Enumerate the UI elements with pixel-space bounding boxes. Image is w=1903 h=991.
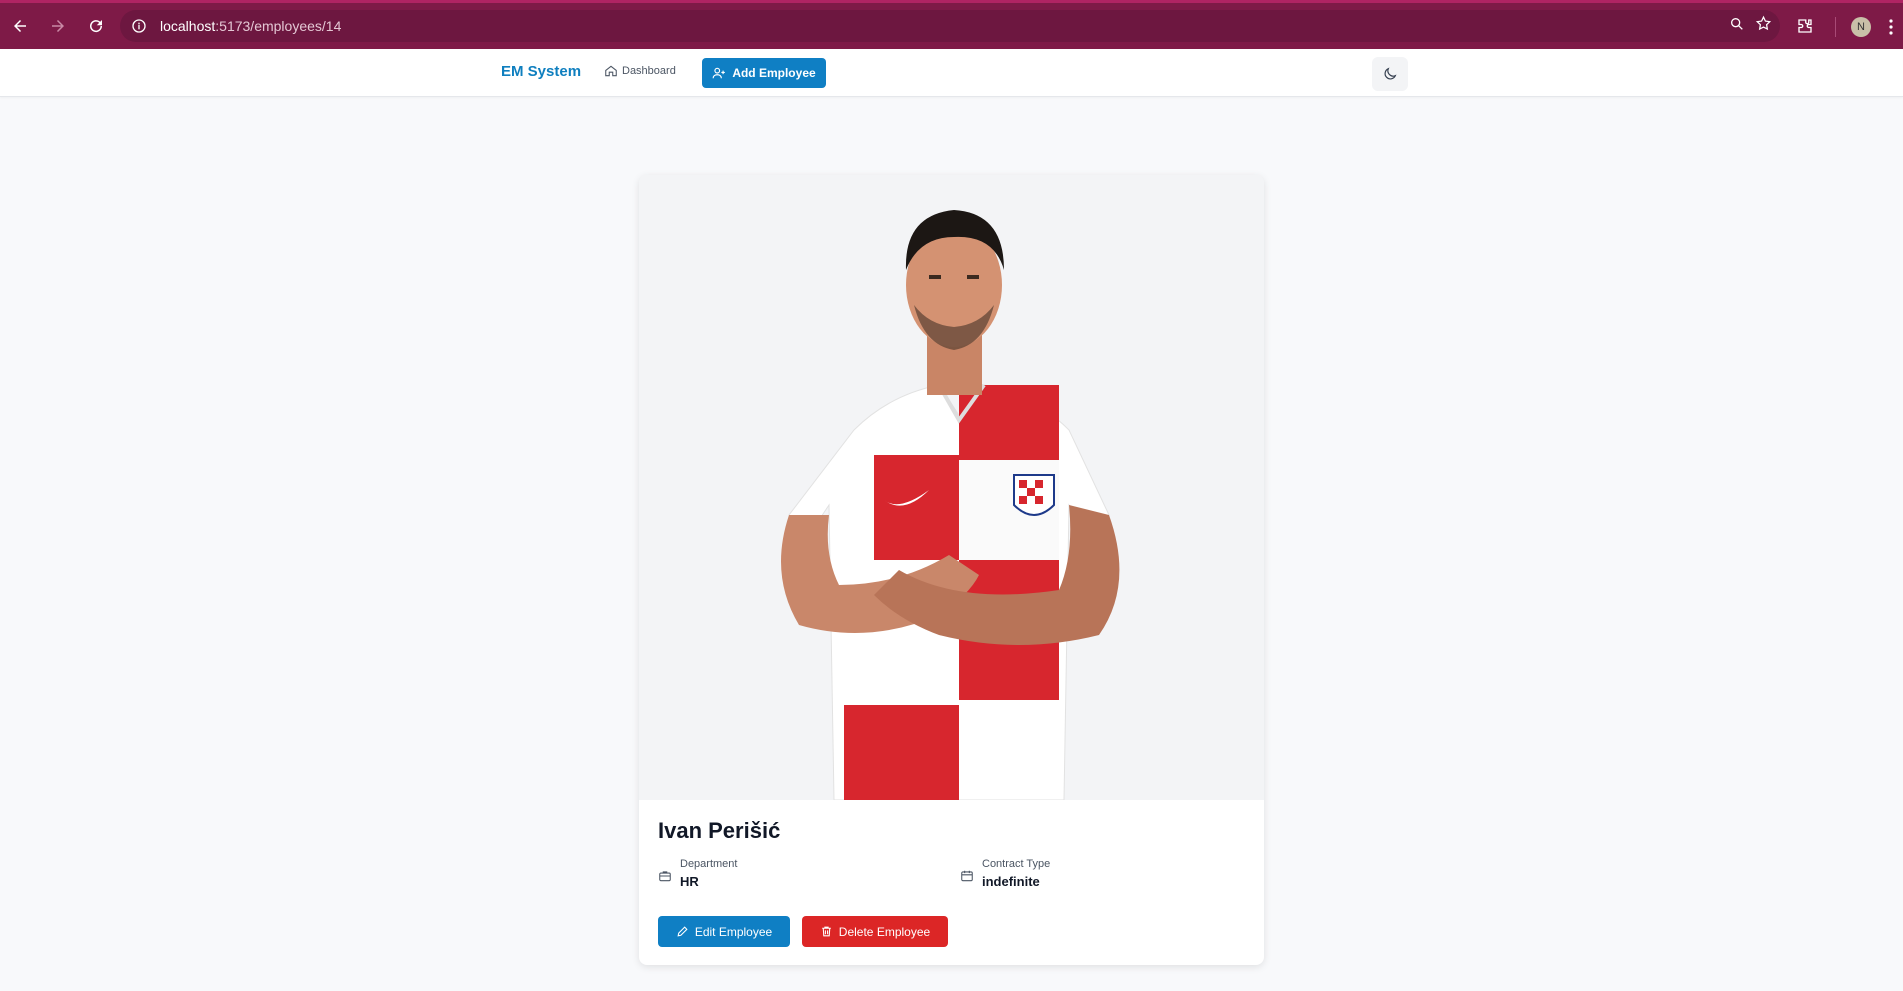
brand-logo[interactable]: EM System (501, 63, 581, 80)
forward-icon[interactable] (40, 8, 76, 44)
browser-menu-icon[interactable] (1885, 17, 1897, 37)
profile-avatar[interactable]: N (1851, 17, 1871, 37)
briefcase-icon (659, 871, 671, 882)
employee-photo (639, 175, 1264, 800)
department-value: HR (680, 874, 699, 889)
contract-type-label: Contract Type (982, 858, 1051, 870)
add-employee-label: Add Employee (732, 66, 816, 80)
bookmark-star-icon[interactable] (1755, 15, 1772, 37)
moon-icon (1384, 67, 1397, 80)
app-navbar: EM System Dashboard Add Employee (0, 49, 1903, 97)
contract-type-value: indefinite (982, 874, 1040, 889)
extensions-icon[interactable] (1790, 11, 1820, 41)
add-employee-button[interactable]: Add Employee (702, 58, 826, 88)
back-icon[interactable] (2, 8, 38, 44)
employee-name: Ivan Perišić (658, 818, 781, 843)
home-icon (605, 65, 617, 77)
zoom-icon[interactable] (1729, 16, 1745, 37)
trash-icon (821, 926, 831, 937)
reload-icon[interactable] (78, 8, 114, 44)
delete-employee-button[interactable]: Delete Employee (802, 916, 948, 947)
calendar-icon (961, 870, 973, 882)
toolbar-divider (1835, 17, 1836, 37)
edit-employee-label: Edit Employee (694, 924, 773, 939)
nav-dashboard-link[interactable]: Dashboard (604, 64, 676, 78)
theme-toggle-button[interactable] (1372, 57, 1408, 91)
browser-toolbar: localhost:5173/employees/14 N (0, 0, 1903, 49)
site-info-icon[interactable] (124, 11, 154, 41)
address-bar[interactable]: localhost:5173/employees/14 (120, 10, 1780, 42)
url-text: localhost:5173/employees/14 (160, 18, 342, 34)
edit-employee-button[interactable]: Edit Employee (658, 916, 790, 947)
department-field: Department HR (658, 858, 737, 889)
contract-type-field: Contract Type indefinite (960, 858, 1050, 889)
department-label: Department (680, 858, 738, 870)
employee-card: Ivan Perišić Department HR Contract Type… (639, 175, 1264, 965)
nav-dashboard-label: Dashboard (622, 65, 676, 77)
user-plus-icon (712, 67, 726, 79)
delete-employee-label: Delete Employee (838, 924, 931, 939)
pencil-icon (677, 926, 688, 937)
